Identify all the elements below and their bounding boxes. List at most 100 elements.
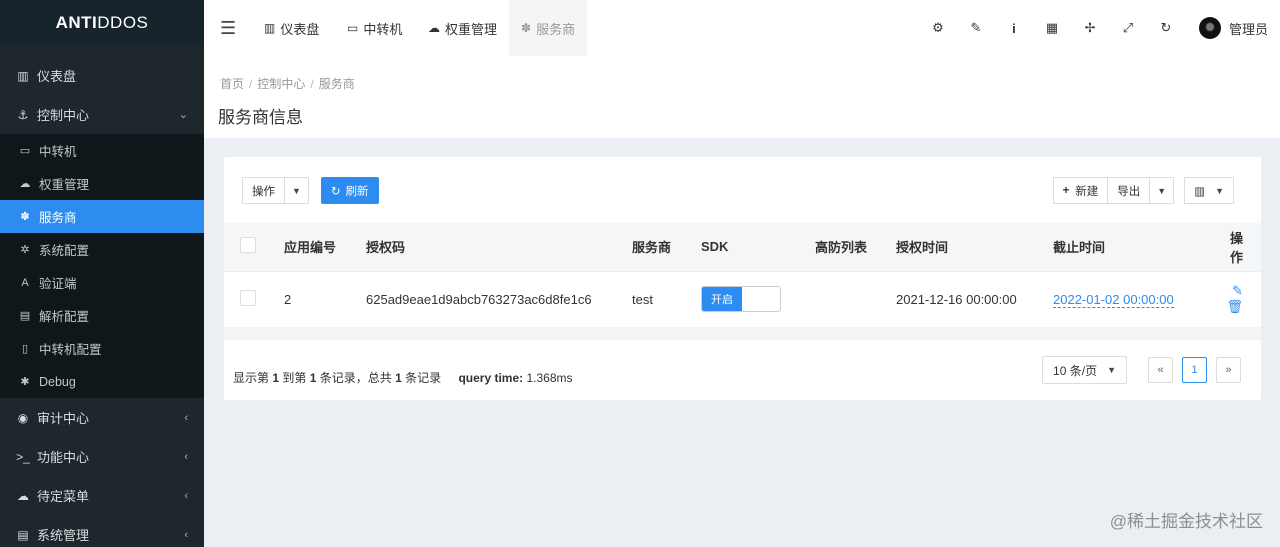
page-header: 首页 / 控制中心 / 服务商 服务商信息	[204, 56, 1280, 138]
table-row: 2 625ad9eae1d9abcb763273ac6d8fe1c6 test …	[224, 271, 1261, 327]
chevron-left-icon: ‹	[184, 411, 188, 424]
sidebar-item-verify[interactable]: A 验证端	[0, 266, 204, 299]
paw-icon: ✽	[20, 211, 30, 223]
tab-provider[interactable]: ✽ 服务商	[509, 0, 588, 56]
next-page-button[interactable]: »	[1216, 357, 1241, 383]
expire-time-editable[interactable]: 2022-01-02 00:00:00	[1053, 291, 1174, 308]
fullscreen-icon[interactable]: ⤢	[1109, 20, 1147, 36]
refresh-icon: ↻	[330, 185, 341, 198]
sidebar: ANTIDDOS ▥ 仪表盘 ⚓ 控制中心 ⌄ ▭ 中转机 ☁ 权重管理 ✽ 服务商 …	[0, 0, 204, 547]
pin-icon[interactable]: ✢	[1071, 20, 1109, 36]
sidebar-item-system-config[interactable]: ✲ 系统配置	[0, 233, 204, 266]
bug-icon: ✱	[20, 376, 30, 388]
table-header-row: 应用编号 授权码 服务商 SDK 高防列表 授权时间 截止时间 操作	[224, 223, 1261, 271]
list-icon: ▤	[19, 310, 31, 322]
col-provider[interactable]: 服务商	[632, 223, 701, 271]
caret-down-icon: ▼	[1215, 185, 1224, 196]
breadcrumb-current: 服务商	[318, 77, 355, 91]
list-icon: ▤	[17, 527, 29, 542]
col-auth-code[interactable]: 授权码	[366, 223, 632, 271]
sidebar-item-provider[interactable]: ✽ 服务商	[0, 200, 204, 233]
cloud-icon: ☁	[19, 178, 31, 190]
chevron-down-icon: ⌄	[178, 109, 188, 121]
trash-icon[interactable]: 🗑	[1226, 299, 1243, 314]
eye-icon: ◉	[17, 410, 29, 425]
col-expire-time[interactable]: 截止时间	[1053, 223, 1219, 271]
col-sdk[interactable]: SDK	[701, 223, 815, 271]
new-button[interactable]: + 新建	[1052, 177, 1109, 204]
desktop-icon: ▭	[347, 21, 359, 35]
sidebar-item-relay-config[interactable]: ▯ 中转机配置	[0, 332, 204, 365]
grid-icon[interactable]: ▦	[1033, 20, 1071, 36]
provider-table: 应用编号 授权码 服务商 SDK 高防列表 授权时间 截止时间 操作 2 625…	[224, 223, 1261, 328]
export-caret-button[interactable]: ▼	[1149, 177, 1175, 204]
tab-dashboard[interactable]: ▥ 仪表盘	[252, 0, 331, 56]
file-icon: ▯	[21, 343, 29, 355]
sidebar-item-relay[interactable]: ▭ 中转机	[0, 134, 204, 167]
sidebar-item-pending[interactable]: ☁ 待定菜单 ‹	[0, 476, 204, 515]
page-1-button[interactable]: 1	[1182, 357, 1207, 383]
menu-toggle-icon[interactable]: ☰	[220, 18, 236, 39]
caret-down-icon: ▼	[1157, 185, 1167, 196]
cell-auth-code: 625ad9eae1d9abcb763273ac6d8fe1c6	[366, 291, 592, 307]
terminal-icon: >_	[16, 449, 30, 464]
select-all-checkbox[interactable]	[240, 237, 256, 254]
sidebar-item-dashboard[interactable]: ▥ 仪表盘	[0, 56, 204, 95]
sidebar-item-debug[interactable]: ✱ Debug	[0, 365, 204, 398]
bar-chart-icon: ▥	[264, 21, 276, 35]
col-auth-time[interactable]: 授权时间	[896, 223, 1053, 271]
navbar-actions: ⚙ ✎ i ▦ ✢ ⤢ ↻ 管理员	[919, 0, 1280, 56]
sdk-toggle-on-label: 开启	[702, 287, 742, 311]
sidebar-item-parse-config[interactable]: ▤ 解析配置	[0, 299, 204, 332]
sidebar-item-audit[interactable]: ◉ 审计中心 ‹	[0, 398, 204, 437]
col-actions: 操作	[1229, 230, 1243, 265]
tab-relay[interactable]: ▭ 中转机	[335, 0, 414, 56]
gear-icon[interactable]: ⚙	[919, 20, 957, 36]
desktop-icon: ▭	[19, 145, 31, 157]
toolbar: 操作 ▼ ↻ 刷新	[242, 177, 379, 204]
breadcrumb-home[interactable]: 首页	[220, 77, 244, 91]
cloud-icon: ☁	[17, 488, 29, 503]
breadcrumb-control-center[interactable]: 控制中心	[257, 77, 305, 91]
tab-weight[interactable]: ☁ 权重管理	[416, 0, 509, 56]
prev-page-button[interactable]: «	[1148, 357, 1173, 383]
gear-icon: ✲	[20, 244, 30, 256]
export-button[interactable]: 导出	[1108, 177, 1150, 204]
sidebar-item-control-center[interactable]: ⚓ 控制中心 ⌄	[0, 95, 204, 134]
columns-toggle-button[interactable]: ▥ ▼	[1184, 177, 1234, 204]
bar-chart-icon: ▥	[17, 68, 29, 83]
row-checkbox[interactable]	[240, 289, 256, 306]
plus-icon: +	[1062, 184, 1070, 197]
top-navbar: ☰ ▥ 仪表盘 ▭ 中转机 ☁ 权重管理 ✽ 服务商 ⚙ ✎ i ▦ ✢ ⤢ ↻ 管理员	[204, 0, 1280, 56]
toolbar-right: + 新建 导出 ▼ ▥ ▼	[1052, 177, 1234, 204]
sidebar-item-functions[interactable]: >_ 功能中心 ‹	[0, 437, 204, 476]
avatar[interactable]	[1198, 17, 1221, 39]
page-title: 服务商信息	[218, 108, 303, 127]
table-scroll-strip	[224, 327, 1261, 340]
provider-card: 操作 ▼ ↻ 刷新 + 新建 导出 ▼ ▥ ▼ 应用编号 授权码 服务商 SDK 高防…	[224, 157, 1261, 400]
watermark: @稀土掘金技术社区	[1109, 512, 1263, 531]
user-name[interactable]: 管理员	[1229, 19, 1268, 38]
operations-caret-button[interactable]: ▼	[284, 177, 309, 204]
page-size-select[interactable]: 10 条/页 ▼	[1042, 356, 1127, 384]
edit-icon[interactable]: ✎	[1232, 283, 1243, 298]
refresh-button[interactable]: ↻ 刷新	[320, 177, 379, 204]
anchor-icon: ⚓	[17, 107, 29, 122]
app-logo[interactable]: ANTIDDOS	[0, 0, 204, 46]
chevron-left-icon: ‹	[184, 528, 188, 541]
pagination-info: 显示第 1 到第 1 条记录，总共 1 条记录 query time: 1.36…	[233, 371, 573, 385]
refresh-icon[interactable]: ↻	[1147, 20, 1185, 36]
sdk-toggle[interactable]: 开启	[701, 286, 781, 312]
info-icon[interactable]: i	[995, 21, 1033, 36]
col-high-defense[interactable]: 高防列表	[815, 223, 896, 271]
cell-high-defense	[815, 271, 896, 327]
operations-dropdown[interactable]: 操作	[242, 177, 284, 204]
cell-auth-time: 2021-12-16 00:00:00	[896, 291, 1017, 307]
language-icon: A	[21, 276, 29, 289]
sidebar-item-system[interactable]: ▤ 系统管理 ‹	[0, 515, 204, 547]
col-app-id[interactable]: 应用编号	[284, 223, 366, 271]
cell-app-id: 2	[284, 291, 292, 307]
wrench-icon[interactable]: ✎	[957, 20, 995, 36]
caret-down-icon: ▼	[292, 185, 301, 196]
sidebar-item-weight[interactable]: ☁ 权重管理	[0, 167, 204, 200]
